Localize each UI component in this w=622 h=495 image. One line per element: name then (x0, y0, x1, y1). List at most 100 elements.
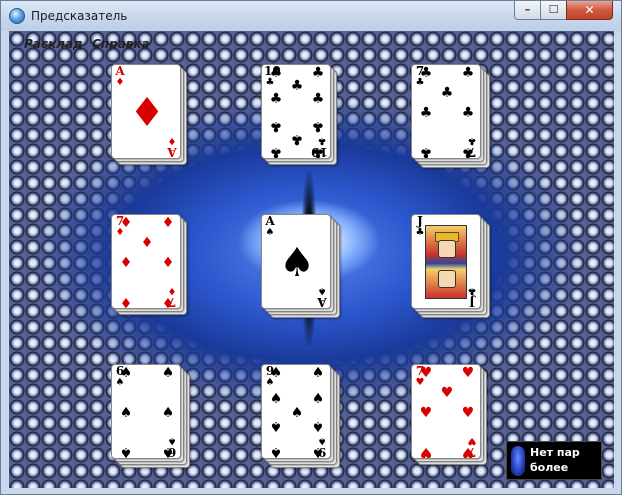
spade-icon: ♠ (161, 404, 175, 421)
heart-icon: ♥ (419, 444, 433, 459)
playing-card[interactable]: A ♠ A ♠ ♠ (261, 214, 331, 309)
club-icon: ♣ (461, 144, 475, 159)
diamond-icon: ♦ (119, 294, 133, 309)
spade-icon: ♠ (311, 444, 325, 459)
close-button[interactable]: ✕ (566, 1, 613, 20)
card-pips: ♠ (276, 223, 318, 302)
crystal-icon (511, 446, 525, 476)
spade-icon: ♠ (279, 239, 315, 286)
card-pips: ♠ ♠ ♠ ♠ ♠ ♠ ♠ ♠ ♠ (270, 366, 325, 458)
card-rank: J (469, 295, 475, 309)
game-board: Расклад Справка A ♦ A ♦ ♦ 10 ♣ 10 ♣ ♣ ♣ ♣ ♣ ♣ ♣ ♣ ♣ ♣ ♣ 7 ♣ 7… (9, 31, 614, 488)
club-icon: ♣ (467, 285, 477, 296)
diamond-icon: ♦ (115, 77, 125, 88)
playing-card[interactable]: 7 ♥ 7 ♥ ♥ ♥ ♥ ♥ ♥ ♥ ♥ (411, 364, 481, 459)
card-pips: ♠ ♠ ♠ ♠ ♠ ♠ (120, 366, 175, 458)
club-icon: ♣ (419, 65, 433, 81)
club-icon: ♣ (461, 104, 475, 121)
minimize-button[interactable]: – (514, 1, 541, 20)
club-icon: ♣ (290, 78, 304, 95)
club-icon: ♣ (419, 144, 433, 159)
card-stack[interactable]: 7 ♣ 7 ♣ ♣ ♣ ♣ ♣ ♣ ♣ ♣ (411, 64, 497, 168)
window-title: Предсказатель (31, 9, 128, 23)
spade-icon: ♠ (269, 365, 283, 381)
club-icon: ♣ (269, 91, 283, 108)
title-bar[interactable]: Предсказатель – ☐ ✕ (1, 1, 621, 31)
club-icon: ♣ (311, 117, 325, 134)
playing-card[interactable]: 7 ♣ 7 ♣ ♣ ♣ ♣ ♣ ♣ ♣ ♣ (411, 64, 481, 159)
club-icon: ♣ (269, 144, 283, 159)
diamond-icon: ♦ (161, 294, 175, 309)
diamond-icon: ♦ (140, 234, 154, 251)
spade-icon: ♠ (119, 404, 133, 421)
card-stack[interactable]: 7 ♥ 7 ♥ ♥ ♥ ♥ ♥ ♥ ♥ ♥ (411, 364, 497, 465)
spade-icon: ♠ (290, 404, 304, 421)
heart-icon: ♥ (461, 365, 475, 381)
spade-icon: ♠ (119, 365, 133, 381)
status-text: Нет пар более (530, 446, 580, 474)
club-icon: ♣ (311, 91, 325, 108)
club-icon: ♣ (311, 65, 325, 81)
spade-icon: ♠ (311, 391, 325, 408)
app-orb-icon[interactable] (9, 8, 25, 24)
card-rank: A (265, 214, 275, 228)
card-corner-index: J ♣ (466, 285, 478, 309)
card-stack[interactable]: A ♠ A ♠ ♠ (261, 214, 347, 318)
club-icon: ♣ (461, 65, 475, 81)
card-stack[interactable]: 7 ♦ 7 ♦ ♦ ♦ ♦ ♦ ♦ ♦ ♦ (111, 214, 197, 315)
playing-card[interactable]: 7 ♦ 7 ♦ ♦ ♦ ♦ ♦ ♦ ♦ ♦ (111, 214, 181, 309)
heart-icon: ♥ (440, 384, 454, 401)
diamond-icon: ♦ (119, 215, 133, 231)
club-icon: ♣ (440, 84, 454, 101)
spade-icon: ♠ (269, 417, 283, 434)
card-corner-index: A ♦ (114, 64, 126, 88)
spade-icon: ♠ (161, 365, 175, 381)
spade-icon: ♠ (311, 365, 325, 381)
club-icon: ♣ (311, 144, 325, 159)
maximize-button[interactable]: ☐ (540, 1, 567, 20)
diamond-icon: ♦ (161, 215, 175, 231)
card-rank: A (115, 64, 125, 78)
playing-card[interactable]: 9 ♠ 9 ♠ ♠ ♠ ♠ ♠ ♠ ♠ ♠ ♠ ♠ (261, 364, 331, 459)
spade-icon: ♠ (265, 227, 275, 238)
club-icon: ♣ (269, 65, 283, 81)
club-icon: ♣ (419, 104, 433, 121)
card-stack[interactable]: J ♣ J ♣ (411, 214, 497, 318)
club-icon: ♣ (290, 130, 304, 147)
heart-icon: ♥ (419, 404, 433, 421)
app-window: Предсказатель – ☐ ✕ Расклад Справка A ♦ A ♦… (0, 0, 622, 495)
diamond-icon: ♦ (161, 254, 175, 271)
heart-icon: ♥ (419, 365, 433, 381)
jack-face2 (438, 270, 456, 288)
jack-court-portrait (425, 225, 467, 299)
card-stack[interactable]: 9 ♠ 9 ♠ ♠ ♠ ♠ ♠ ♠ ♠ ♠ ♠ ♠ (261, 364, 347, 468)
heart-icon: ♥ (461, 444, 475, 459)
playing-card[interactable]: J ♣ J ♣ (411, 214, 481, 309)
spade-icon: ♠ (161, 444, 175, 459)
maximize-icon: ☐ (548, 3, 559, 16)
spade-icon: ♠ (119, 444, 133, 459)
spade-icon: ♠ (269, 391, 283, 408)
card-stack[interactable]: 10 ♣ 10 ♣ ♣ ♣ ♣ ♣ ♣ ♣ ♣ ♣ ♣ ♣ (261, 64, 347, 165)
diamond-icon: ♦ (119, 254, 133, 271)
card-corner-index: A ♠ (264, 214, 276, 238)
card-pips: ♣ ♣ ♣ ♣ ♣ ♣ ♣ ♣ ♣ ♣ (270, 66, 325, 158)
spade-icon: ♠ (269, 444, 283, 459)
menu-item-deal[interactable]: Расклад (24, 37, 83, 51)
minimize-icon: – (524, 3, 531, 16)
status-panel: Нет пар более (506, 441, 602, 480)
menu-bar: Расклад Справка (9, 31, 614, 57)
card-stack[interactable]: 6 ♠ 6 ♠ ♠ ♠ ♠ ♠ ♠ ♠ (111, 364, 197, 468)
heart-icon: ♥ (461, 404, 475, 421)
spade-icon: ♠ (311, 417, 325, 434)
playing-card[interactable]: 6 ♠ 6 ♠ ♠ ♠ ♠ ♠ ♠ ♠ (111, 364, 181, 459)
club-icon: ♣ (269, 117, 283, 134)
card-pips: ♦ ♦ ♦ ♦ ♦ ♦ ♦ (120, 216, 175, 308)
menu-item-help[interactable]: Справка (92, 37, 150, 51)
card-stack[interactable]: A ♦ A ♦ ♦ (111, 64, 197, 165)
diamond-icon: ♦ (129, 89, 165, 136)
card-pips: ♦ (126, 73, 168, 152)
playing-card[interactable]: A ♦ A ♦ ♦ (111, 64, 181, 159)
playing-card[interactable]: 10 ♣ 10 ♣ ♣ ♣ ♣ ♣ ♣ ♣ ♣ ♣ ♣ ♣ (261, 64, 331, 159)
card-pips: ♥ ♥ ♥ ♥ ♥ ♥ ♥ (420, 366, 475, 458)
